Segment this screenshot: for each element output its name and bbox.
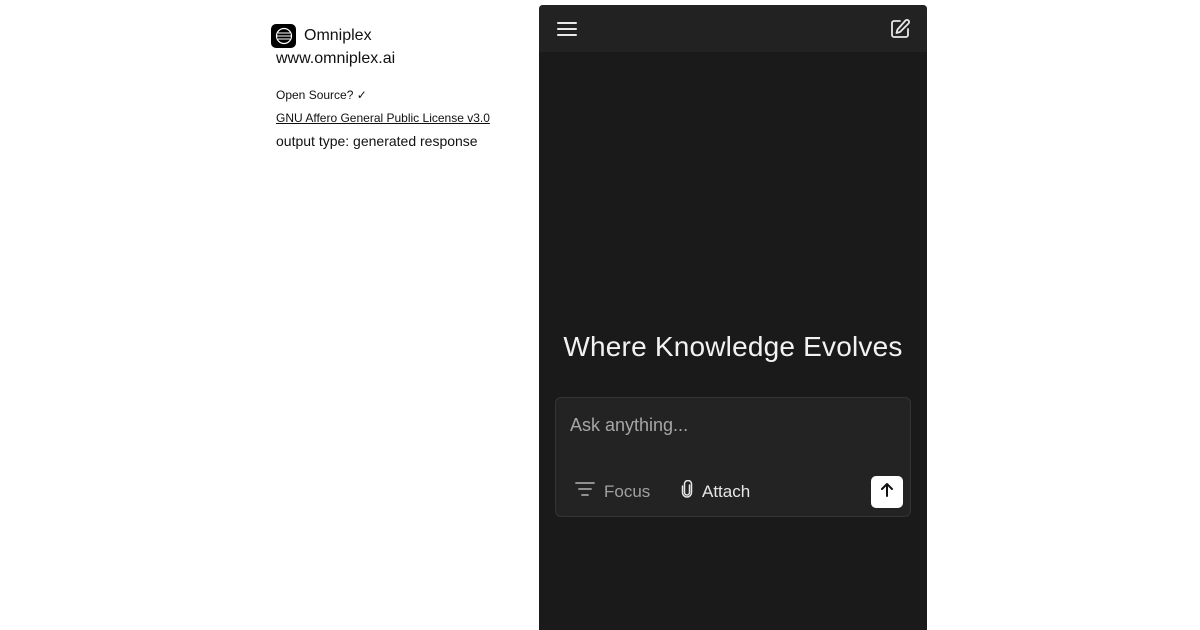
license-link[interactable]: GNU Affero General Public License v3.0 (276, 111, 490, 125)
open-source-status: Open Source? ✓ (276, 88, 367, 102)
arrow-up-icon (879, 482, 895, 503)
hero-headline: Where Knowledge Evolves (563, 331, 903, 362)
ask-box: Focus Attach (555, 397, 911, 517)
app-name: Omniplex (304, 27, 372, 44)
attach-button[interactable]: Attach (680, 479, 751, 503)
ask-input[interactable] (570, 410, 890, 440)
attach-label: Attach (702, 481, 751, 501)
app-url: www.omniplex.ai (276, 50, 396, 67)
focus-label: Focus (604, 481, 651, 501)
hamburger-menu-icon[interactable] (556, 19, 578, 39)
top-bar (539, 5, 927, 52)
send-button[interactable] (871, 476, 903, 508)
app-meta: Open Source? ✓ GNU Affero General Public… (276, 88, 521, 149)
paperclip-icon (680, 479, 694, 503)
focus-button[interactable]: Focus (575, 480, 650, 503)
edit-note-icon[interactable] (889, 18, 911, 40)
omniplex-logo-icon (271, 24, 296, 48)
app-header-row: Omniplex (271, 24, 521, 48)
app-info-panel: Omniplex www.omniplex.ai Open Source? ✓ … (271, 24, 521, 149)
output-type: output type: generated response (276, 133, 478, 149)
filter-lines-icon (575, 480, 595, 503)
app-preview-window: Where Knowledge Evolves Focus Attach (539, 5, 927, 630)
